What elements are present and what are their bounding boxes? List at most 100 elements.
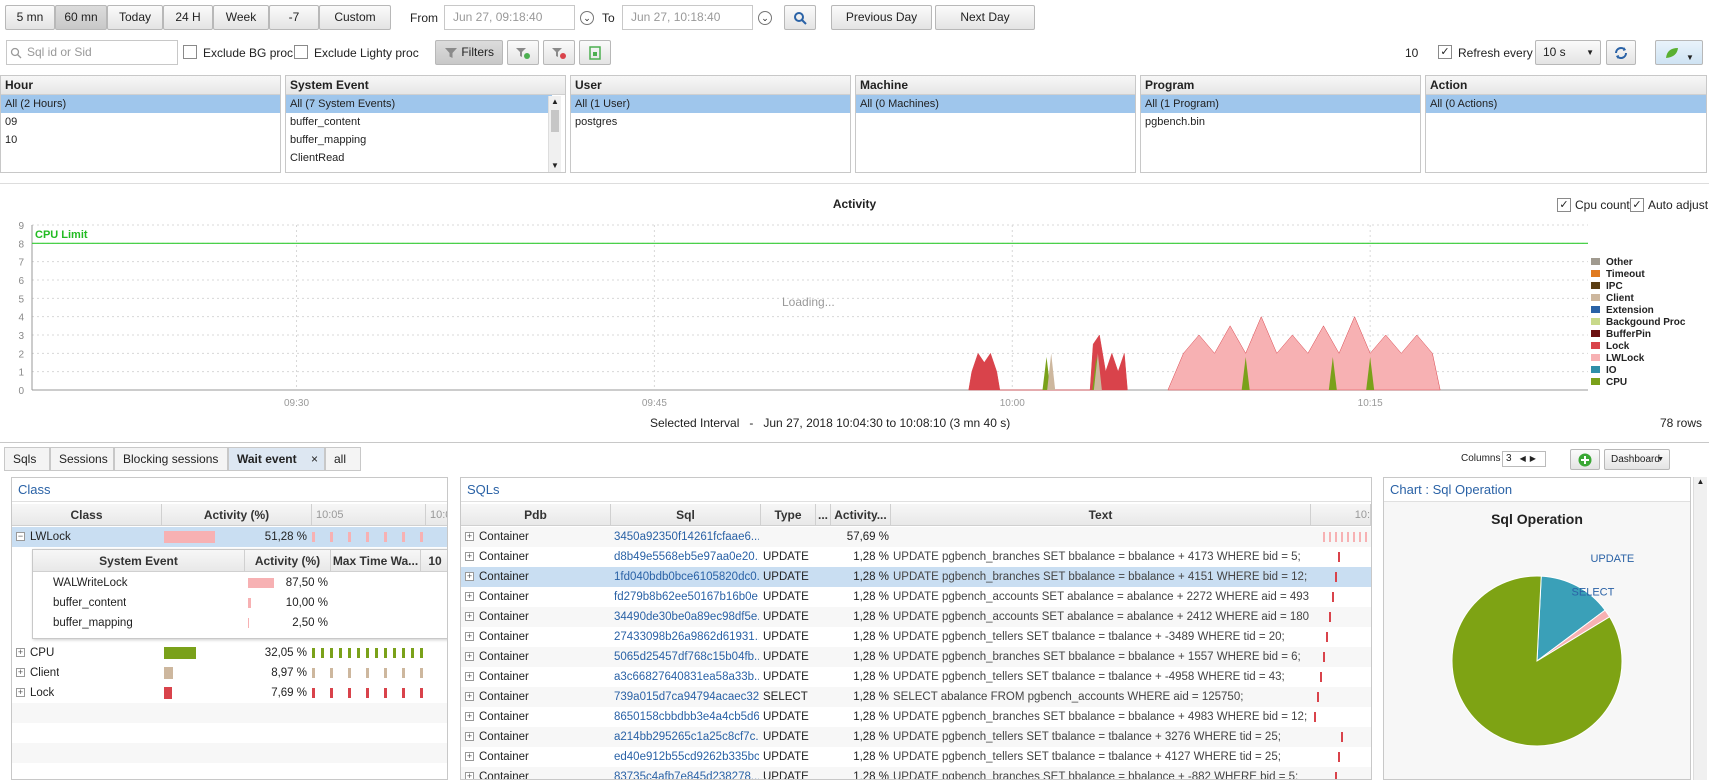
class-row[interactable]: + Client 8,97 % bbox=[12, 663, 447, 683]
search-input[interactable]: Sql id or Sid bbox=[6, 40, 178, 65]
sql-row[interactable]: + Container 83735c4afb7e845d238278... UPDAT… bbox=[461, 767, 1371, 779]
sql-row[interactable]: + Container 34490de30be0a89ec98df5e... UPDA… bbox=[461, 607, 1371, 627]
expand-icon[interactable]: + bbox=[465, 612, 474, 621]
sql-id[interactable]: 27433098b26a9862d61931... bbox=[614, 627, 759, 647]
tab-all[interactable]: all bbox=[325, 447, 361, 471]
dashboard-scrollbar[interactable]: ▲ bbox=[1693, 477, 1707, 780]
refresh-interval-select[interactable]: 10 s ▼ bbox=[1535, 40, 1601, 65]
expand-icon[interactable]: + bbox=[16, 648, 25, 657]
filter-item[interactable]: All (2 Hours) bbox=[1, 95, 280, 113]
sql-row[interactable]: + Container 1fd040bdb0bce6105820dc0... UPDA… bbox=[461, 567, 1371, 587]
add-widget-button[interactable] bbox=[1570, 449, 1600, 470]
sql-row[interactable]: + Container 27433098b26a9862d61931... UPDAT… bbox=[461, 627, 1371, 647]
range-button-60-mn[interactable]: 60 mn bbox=[55, 5, 107, 30]
tab-blocking-sessions[interactable]: Blocking sessions bbox=[114, 447, 228, 471]
class-col-header[interactable]: 10:05 bbox=[312, 504, 426, 526]
expand-icon[interactable]: + bbox=[465, 752, 474, 761]
sql-id[interactable]: 3450a92350f14261fcfaae6... bbox=[614, 527, 759, 547]
auto-adjust-checkbox[interactable]: ✓ bbox=[1630, 198, 1644, 212]
sql-id[interactable]: d8b49e5568eb5e97aa0e20... bbox=[614, 547, 759, 567]
sql-col-header[interactable]: Text bbox=[891, 504, 1311, 526]
tab-sqls[interactable]: Sqls bbox=[4, 447, 50, 471]
exclude-lighty-checkbox[interactable] bbox=[294, 45, 308, 59]
from-date-input[interactable]: Jun 27, 09:18:40 bbox=[444, 5, 575, 30]
subtable-col-header[interactable]: Max Time Wa... bbox=[331, 550, 421, 572]
stepper-left-icon[interactable]: ◀ bbox=[1520, 454, 1526, 463]
stepper-right-icon[interactable]: ▶ bbox=[1530, 454, 1536, 463]
range-button-week[interactable]: Week bbox=[213, 5, 269, 30]
sql-id[interactable]: 1fd040bdb0bce6105820dc0... bbox=[614, 567, 759, 587]
range-button-today[interactable]: Today bbox=[107, 5, 163, 30]
sql-id[interactable]: a214bb295265c1a25c8cf7c... bbox=[614, 727, 759, 747]
expand-icon[interactable]: + bbox=[465, 672, 474, 681]
columns-stepper[interactable]: 3 ◀ ▶ bbox=[1502, 451, 1546, 467]
filter-item[interactable]: All (0 Machines) bbox=[856, 95, 1135, 113]
range-button-custom[interactable]: Custom bbox=[319, 5, 391, 30]
sql-id[interactable]: fd279b8b62ee50167b16b0e... bbox=[614, 587, 759, 607]
class-col-header[interactable]: Class bbox=[12, 504, 162, 526]
expand-icon[interactable]: + bbox=[465, 532, 474, 541]
activity-chart[interactable]: 0 1 2 3 4 5 6 7 8 9 09:30 09:45 10:00 10:15 bbox=[0, 215, 1595, 415]
to-date-input[interactable]: Jun 27, 10:18:40 bbox=[622, 5, 753, 30]
filters-button[interactable]: Filters bbox=[435, 40, 503, 65]
sql-id[interactable]: 8650158cbbdbb3e4a4cb5d6... bbox=[614, 707, 759, 727]
filter-item[interactable]: 09 bbox=[1, 113, 280, 131]
filter-item[interactable]: ClientRead bbox=[286, 149, 552, 167]
subtable-row[interactable]: WALWriteLock 87,50 % bbox=[33, 573, 447, 593]
range-button--7[interactable]: -7 bbox=[269, 5, 319, 30]
sql-operation-pie[interactable]: UPDATE SELECT bbox=[1384, 533, 1690, 779]
expand-icon[interactable]: + bbox=[465, 552, 474, 561]
filter-item[interactable]: pgbench.bin bbox=[1141, 113, 1420, 131]
sql-col-header[interactable]: 10: bbox=[1311, 504, 1371, 526]
expand-icon[interactable]: + bbox=[465, 732, 474, 741]
tab-wait-event[interactable]: Wait event × bbox=[228, 447, 325, 471]
expand-icon[interactable]: + bbox=[16, 688, 25, 697]
subtable-col-header[interactable]: 10 bbox=[421, 550, 447, 572]
sql-row[interactable]: + Container a3c66827640831ea58a33b... UPDAT… bbox=[461, 667, 1371, 687]
sql-col-header[interactable]: Sql bbox=[611, 504, 761, 526]
class-row[interactable]: − LWLock 51,28 % bbox=[12, 527, 447, 547]
class-row[interactable]: + CPU 32,05 % bbox=[12, 643, 447, 663]
filter-item[interactable]: All (7 System Events) bbox=[286, 95, 552, 113]
sql-row[interactable]: + Container 3450a92350f14261fcfaae6... 57,6… bbox=[461, 527, 1371, 547]
filter-item[interactable]: postgres bbox=[571, 113, 850, 131]
filter-item[interactable]: buffer_content bbox=[286, 113, 552, 131]
sql-id[interactable]: 739a015d7ca94794acaec32... bbox=[614, 687, 759, 707]
filter-item[interactable]: buffer_mapping bbox=[286, 131, 552, 149]
sql-id[interactable]: 5065d25457df768c15b04fb... bbox=[614, 647, 759, 667]
subtable-row[interactable]: buffer_mapping 2,50 % bbox=[33, 613, 447, 633]
sql-id[interactable]: 34490de30be0a89ec98df5e... bbox=[614, 607, 759, 627]
expand-icon[interactable]: + bbox=[465, 592, 474, 601]
sql-row[interactable]: + Container 739a015d7ca94794acaec32... SELE… bbox=[461, 687, 1371, 707]
class-row[interactable]: + Lock 7,69 % bbox=[12, 683, 447, 703]
search-button[interactable] bbox=[784, 5, 816, 30]
tab-sessions[interactable]: Sessions bbox=[50, 447, 114, 471]
range-button-24-h[interactable]: 24 H bbox=[163, 5, 213, 30]
expand-icon[interactable]: + bbox=[465, 632, 474, 641]
sql-id[interactable]: 83735c4afb7e845d238278... bbox=[614, 767, 759, 779]
class-col-header[interactable]: 10:0 bbox=[426, 504, 447, 526]
sql-row[interactable]: + Container fd279b8b62ee50167b16b0e... UPDA… bbox=[461, 587, 1371, 607]
expand-icon[interactable]: + bbox=[465, 772, 474, 779]
expand-icon[interactable]: + bbox=[465, 692, 474, 701]
from-dropdown-icon[interactable]: ⌄ bbox=[580, 11, 594, 25]
sql-col-header[interactable]: Type bbox=[761, 504, 816, 526]
sql-id[interactable]: ed40e912b55cd9262b335bc... bbox=[614, 747, 759, 767]
filter-item[interactable]: All (0 Actions) bbox=[1426, 95, 1706, 113]
range-button-5-mn[interactable]: 5 mn bbox=[5, 5, 55, 30]
sql-col-header[interactable]: ... bbox=[816, 504, 831, 526]
scroll-thumb[interactable] bbox=[551, 110, 559, 132]
sql-row[interactable]: + Container 5065d25457df768c15b04fb... UPDA… bbox=[461, 647, 1371, 667]
sql-id[interactable]: a3c66827640831ea58a33b... bbox=[614, 667, 759, 687]
filter-remove-button[interactable] bbox=[543, 40, 575, 65]
subtable-col-header[interactable]: System Event bbox=[33, 550, 245, 572]
sql-col-header[interactable]: Pdb bbox=[461, 504, 611, 526]
filter-add-button[interactable] bbox=[507, 40, 539, 65]
previous-day-button[interactable]: Previous Day bbox=[831, 5, 932, 30]
filter-item[interactable]: All (1 Program) bbox=[1141, 95, 1420, 113]
sql-col-header[interactable]: Activity... bbox=[831, 504, 891, 526]
exclude-bg-checkbox[interactable] bbox=[183, 45, 197, 59]
class-col-header[interactable]: Activity (%) bbox=[162, 504, 312, 526]
sql-row[interactable]: + Container d8b49e5568eb5e97aa0e20... UPDAT… bbox=[461, 547, 1371, 567]
dashboard-button[interactable]: Dashboard ▼ bbox=[1604, 449, 1670, 470]
